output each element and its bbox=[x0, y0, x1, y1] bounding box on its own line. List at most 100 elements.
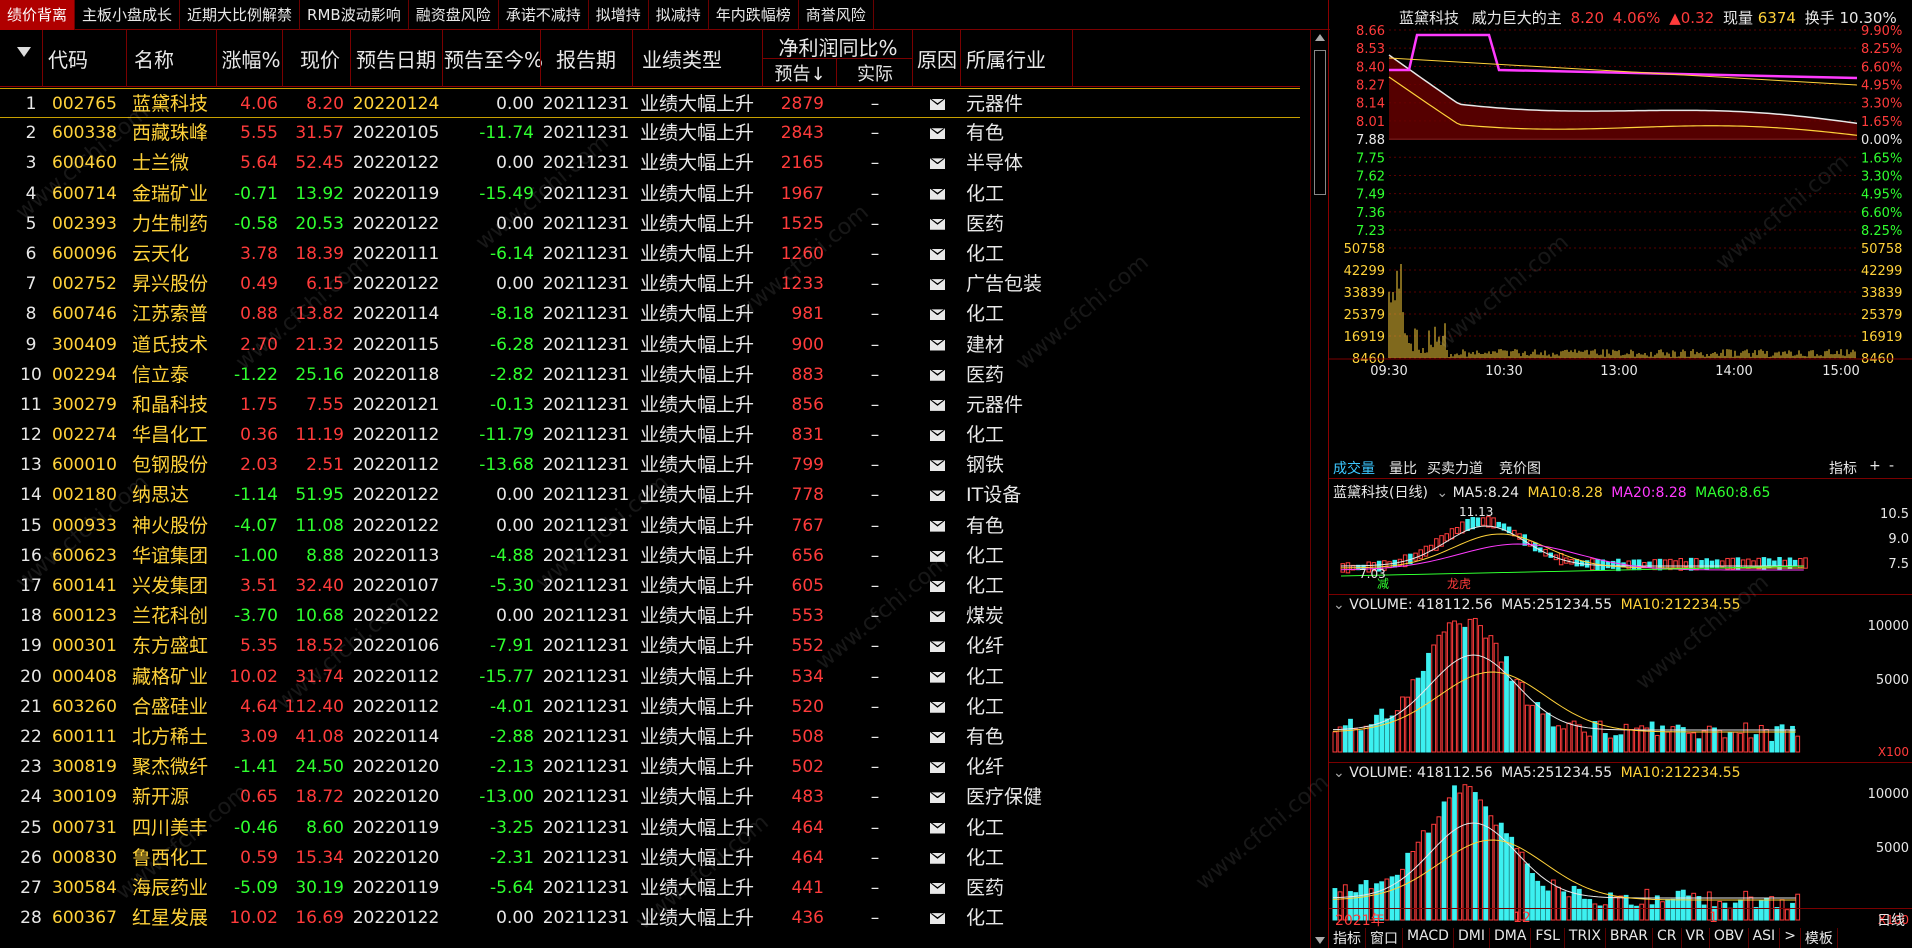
tab-ratio[interactable]: 量比 bbox=[1389, 458, 1417, 478]
toolbar-item-4[interactable]: DMA bbox=[1490, 928, 1531, 948]
toolbar-item-12[interactable]: > bbox=[1780, 928, 1801, 948]
table-row[interactable]: 19 000301 东方盛虹 5.35 18.52 20220106 -7.91 202112… bbox=[0, 631, 1300, 661]
chevron-down-icon[interactable]: ⌄ bbox=[1333, 597, 1345, 613]
col-date[interactable]: 预告日期 bbox=[350, 44, 442, 73]
mail-icon[interactable] bbox=[930, 99, 945, 110]
col-price[interactable]: 现价 bbox=[290, 44, 350, 73]
mail-icon[interactable] bbox=[930, 309, 945, 320]
table-row[interactable]: 14 002180 纳思达 -1.14 51.95 20220122 0.00 2021123… bbox=[0, 480, 1300, 510]
col-industry[interactable]: 所属行业 bbox=[962, 44, 1072, 73]
mail-icon[interactable] bbox=[930, 702, 945, 713]
mail-icon[interactable] bbox=[930, 732, 945, 743]
tab-4[interactable]: 融资盘风险 bbox=[409, 0, 499, 30]
table-row[interactable]: 28 600367 红星发展 10.02 16.69 20220122 0.00 202112… bbox=[0, 903, 1300, 933]
mail-icon[interactable] bbox=[930, 189, 945, 200]
table-row[interactable]: 22 600111 北方稀土 3.09 41.08 20220114 -2.88 202112… bbox=[0, 722, 1300, 752]
indicator-button[interactable]: 指标 bbox=[1829, 458, 1857, 478]
mail-icon[interactable] bbox=[930, 551, 945, 562]
toolbar-item-8[interactable]: CR bbox=[1653, 928, 1682, 948]
mail-icon[interactable] bbox=[930, 460, 945, 471]
scroll-down-icon[interactable] bbox=[1315, 937, 1325, 944]
toolbar-item-9[interactable]: VR bbox=[1682, 928, 1710, 948]
chevron-down-icon[interactable]: ⌄ bbox=[1333, 765, 1345, 781]
table-row[interactable]: 13 600010 包钢股份 2.03 2.51 20220112 -13.68 202112… bbox=[0, 450, 1300, 480]
col-since[interactable]: 预告至今% bbox=[444, 44, 540, 73]
table-row[interactable]: 7 002752 昇兴股份 0.49 6.15 20220122 0.00 20211231 业… bbox=[0, 269, 1300, 299]
toolbar-item-11[interactable]: ASI bbox=[1749, 928, 1781, 948]
zoom-in-button[interactable]: + bbox=[1869, 458, 1881, 474]
table-row[interactable]: 15 000933 神火股份 -4.07 11.08 20220122 0.00 202112… bbox=[0, 511, 1300, 541]
toolbar-item-6[interactable]: TRIX bbox=[1565, 928, 1606, 948]
mail-icon[interactable] bbox=[930, 158, 945, 169]
table-row[interactable]: 16 600623 华谊集团 -1.00 8.88 20220113 -4.88 202112… bbox=[0, 541, 1300, 571]
toolbar-item-3[interactable]: DMI bbox=[1454, 928, 1490, 948]
table-row[interactable]: 17 600141 兴发集团 3.51 32.40 20220107 -5.30 202112… bbox=[0, 571, 1300, 601]
tab-9[interactable]: 商誉风险 bbox=[799, 0, 874, 30]
table-row[interactable]: 20 000408 藏格矿业 10.02 31.74 20220112 -15.77 2021… bbox=[0, 662, 1300, 692]
table-row[interactable]: 11 300279 和晶科技 1.75 7.55 20220121 -0.13 2021123… bbox=[0, 390, 1300, 420]
table-row[interactable]: 5 002393 力生制药 -0.58 20.53 20220122 0.00 2021123… bbox=[0, 209, 1300, 239]
col-period[interactable]: 报告期 bbox=[542, 44, 630, 73]
toolbar-item-10[interactable]: OBV bbox=[1710, 928, 1749, 948]
table-row[interactable]: 10 002294 信立泰 -1.22 25.16 20220118 -2.82 202112… bbox=[0, 360, 1300, 390]
mail-icon[interactable] bbox=[930, 853, 945, 864]
mail-icon[interactable] bbox=[930, 521, 945, 532]
mail-icon[interactable] bbox=[930, 672, 945, 683]
table-row[interactable]: 26 000830 鲁西化工 0.59 15.34 20220120 -2.31 202112… bbox=[0, 843, 1300, 873]
table-row[interactable]: 1 002765 蓝黛科技 4.06 8.20 20220124 0.00 20211231 业… bbox=[0, 88, 1300, 118]
tab-7[interactable]: 拟减持 bbox=[649, 0, 709, 30]
tab-8[interactable]: 年内跌幅榜 bbox=[709, 0, 799, 30]
tab-0[interactable]: 绩价背离 bbox=[0, 0, 75, 30]
toolbar-item-2[interactable]: MACD bbox=[1403, 928, 1454, 948]
table-row[interactable]: 4 600714 金瑞矿业 -0.71 13.92 20220119 -15.49 20211… bbox=[0, 179, 1300, 209]
col-reason[interactable]: 原因 bbox=[914, 44, 960, 73]
col-actual[interactable]: 实际 bbox=[838, 60, 912, 86]
table-row[interactable]: 3 600460 士兰微 5.64 52.45 20220122 0.00 20211231 业… bbox=[0, 148, 1300, 178]
sort-icon[interactable] bbox=[14, 38, 34, 62]
table-row[interactable]: 27 300584 海辰药业 -5.09 30.19 20220119 -5.64 20211… bbox=[0, 873, 1300, 903]
mail-icon[interactable] bbox=[930, 641, 945, 652]
toolbar-item-0[interactable]: 指标 bbox=[1329, 928, 1366, 948]
toolbar-item-5[interactable]: FSL bbox=[1531, 928, 1565, 948]
table-row[interactable]: 6 600096 云天化 3.78 18.39 20220111 -6.14 20211231… bbox=[0, 239, 1300, 269]
col-type[interactable]: 业绩类型 bbox=[636, 44, 756, 73]
mail-icon[interactable] bbox=[930, 913, 945, 924]
mail-icon[interactable] bbox=[930, 792, 945, 803]
tab-1[interactable]: 主板小盘成长 bbox=[75, 0, 180, 30]
table-row[interactable]: 23 300819 聚杰微纤 -1.41 24.50 20220120 -2.13 20211… bbox=[0, 752, 1300, 782]
mail-icon[interactable] bbox=[930, 581, 945, 592]
tab-bid[interactable]: 竞价图 bbox=[1499, 458, 1541, 478]
table-row[interactable]: 18 600123 兰花科创 -3.70 10.68 20220122 0.00 202112… bbox=[0, 601, 1300, 631]
mail-icon[interactable] bbox=[930, 611, 945, 622]
mail-icon[interactable] bbox=[930, 400, 945, 411]
col-forecast[interactable]: 预告↓ bbox=[764, 60, 836, 86]
mail-icon[interactable] bbox=[930, 883, 945, 894]
mail-icon[interactable] bbox=[930, 340, 945, 351]
tab-2[interactable]: 近期大比例解禁 bbox=[180, 0, 300, 30]
col-code[interactable]: 代码 bbox=[48, 44, 123, 73]
toolbar-item-7[interactable]: BRAR bbox=[1606, 928, 1653, 948]
table-scrollbar[interactable] bbox=[1310, 30, 1328, 948]
col-name[interactable]: 名称 bbox=[134, 44, 214, 73]
table-row[interactable]: 2 600338 西藏珠峰 5.55 31.57 20220105 -11.74 202112… bbox=[0, 118, 1300, 148]
col-change[interactable]: 涨幅% bbox=[220, 44, 282, 73]
tab-5[interactable]: 承诺不减持 bbox=[499, 0, 589, 30]
mail-icon[interactable] bbox=[930, 219, 945, 230]
table-row[interactable]: 12 002274 华昌化工 0.36 11.19 20220112 -11.79 20211… bbox=[0, 420, 1300, 450]
mail-icon[interactable] bbox=[930, 370, 945, 381]
tab-power[interactable]: 买卖力道 bbox=[1427, 458, 1483, 478]
mail-icon[interactable] bbox=[930, 762, 945, 773]
mail-icon[interactable] bbox=[930, 490, 945, 501]
scroll-thumb[interactable] bbox=[1314, 50, 1326, 195]
tab-6[interactable]: 拟增持 bbox=[589, 0, 649, 30]
mail-icon[interactable] bbox=[930, 430, 945, 441]
mail-icon[interactable] bbox=[930, 128, 945, 139]
tab-3[interactable]: RMB波动影响 bbox=[300, 0, 409, 30]
scroll-up-icon[interactable] bbox=[1315, 34, 1325, 41]
table-row[interactable]: 25 000731 四川美丰 -0.46 8.60 20220119 -3.25 202112… bbox=[0, 813, 1300, 843]
table-row[interactable]: 24 300109 新开源 0.65 18.72 20220120 -13.00 202112… bbox=[0, 782, 1300, 812]
table-row[interactable]: 21 603260 合盛硅业 4.64 112.40 20220112 -4.01 20211… bbox=[0, 692, 1300, 722]
toolbar-item-1[interactable]: 窗口 bbox=[1366, 928, 1403, 948]
mail-icon[interactable] bbox=[930, 249, 945, 260]
mail-icon[interactable] bbox=[930, 823, 945, 834]
